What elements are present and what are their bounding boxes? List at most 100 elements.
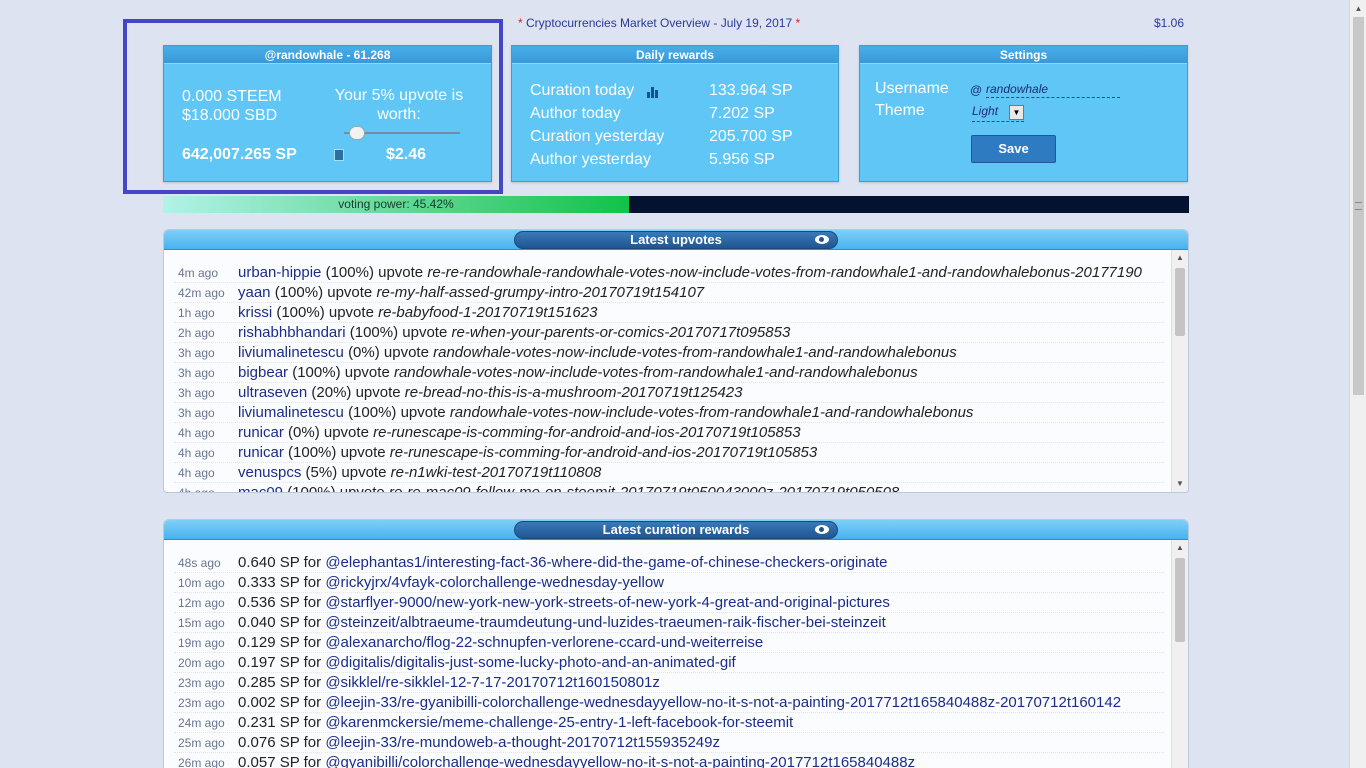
scroll-up-icon[interactable]: ▲	[1350, 0, 1366, 17]
list-item: 26m ago 0.057 SP for @gyanibilli/colorcha…	[174, 753, 1164, 768]
voter-link[interactable]: runicar	[238, 444, 284, 461]
list-item: 4h ago runicar (0%) upvote re-runescape-i…	[174, 423, 1164, 443]
curation-list: 48s ago 0.640 SP for @elephantas1/interes…	[164, 553, 1172, 768]
voting-power-text: voting power: 45.42%	[338, 197, 454, 211]
voter-link[interactable]: runicar	[238, 424, 284, 441]
post-link[interactable]: @karenmckersie/meme-challenge-25-entry-1…	[325, 714, 793, 731]
list-item: 23m ago 0.002 SP for @leejin-33/re-gyanib…	[174, 693, 1164, 713]
curation-list-scrollbar[interactable]: ▲	[1171, 540, 1188, 768]
scroll-thumb[interactable]	[1175, 558, 1185, 642]
post-link[interactable]: @elephantas1/interesting-fact-36-where-d…	[325, 554, 887, 571]
post-permlink[interactable]: randowhale-votes-now-include-votes-from-…	[450, 404, 974, 421]
reward-for: for	[303, 674, 322, 691]
post-permlink[interactable]: re-re-randowhale-randowhale-votes-now-in…	[427, 264, 1142, 281]
post-link[interactable]: @digitalis/digitalis-just-some-lucky-pho…	[325, 654, 735, 671]
reward-amount: 0.640 SP	[238, 554, 300, 571]
post-permlink[interactable]: re-my-half-assed-grumpy-intro-20170719t1…	[376, 284, 704, 301]
voter-link[interactable]: liviumalinetescu	[238, 344, 344, 361]
list-item: 4h ago venuspcs (5%) upvote re-n1wki-test…	[174, 463, 1164, 483]
reward-for: for	[303, 714, 322, 731]
voter-link[interactable]: yaan	[238, 284, 271, 301]
reward-for: for	[303, 594, 322, 611]
time-ago: 3h ago	[178, 366, 215, 380]
list-item: 3h ago ultraseven (20%) upvote re-bread-n…	[174, 383, 1164, 403]
upvote-list-scrollbar[interactable]: ▲ ▼	[1171, 250, 1188, 492]
scroll-thumb[interactable]	[1175, 268, 1185, 336]
vote-action: upvote	[339, 484, 385, 493]
voter-link[interactable]: liviumalinetescu	[238, 404, 344, 421]
vote-percent: (100%)	[292, 364, 341, 381]
time-ago: 4h ago	[178, 426, 215, 440]
post-link[interactable]: @leejin-33/re-gyanibilli-colorchallenge-…	[325, 694, 1121, 711]
post-permlink[interactable]: re-runescape-is-comming-for-android-and-…	[390, 444, 817, 461]
reward-amount: 0.057 SP	[238, 754, 300, 768]
author-yesterday-value: 5.956 SP	[709, 151, 775, 168]
time-ago: 20m ago	[178, 656, 225, 670]
reward-for: for	[303, 614, 322, 631]
reward-for: for	[303, 654, 322, 671]
list-item: 23m ago 0.285 SP for @sikklel/re-sikklel-…	[174, 673, 1164, 693]
settings-panel: Settings Username @ randowhale Theme Lig…	[859, 45, 1188, 182]
post-permlink[interactable]: re-when-your-parents-or-comics-20170717t…	[452, 324, 791, 341]
scroll-down-icon[interactable]: ▼	[1172, 476, 1188, 492]
time-ago: 10m ago	[178, 576, 225, 590]
voter-link[interactable]: venuspcs	[238, 464, 301, 481]
latest-curation-box: Latest curation rewards 48s ago 0.640 SP …	[163, 519, 1189, 768]
vote-action: upvote	[340, 444, 386, 461]
time-ago: 3h ago	[178, 346, 215, 360]
post-permlink[interactable]: re-runescape-is-comming-for-android-and-…	[373, 424, 800, 441]
reward-amount: 0.333 SP	[238, 574, 300, 591]
list-item: 24m ago 0.231 SP for @karenmckersie/meme-…	[174, 713, 1164, 733]
post-link[interactable]: @rickyjrx/4vfayk-colorchallenge-wednesda…	[325, 574, 664, 591]
theme-select-value: Light	[972, 104, 999, 118]
eye-icon[interactable]	[815, 235, 829, 244]
post-permlink[interactable]: re-bread-no-this-is-a-mushroom-20170719t…	[405, 384, 743, 401]
username-input[interactable]: randowhale	[986, 82, 1120, 98]
vote-percent: (100%)	[288, 444, 337, 461]
post-permlink[interactable]: re-re-mac09-follow-me-on-steemit-2017071…	[389, 484, 899, 492]
voter-link[interactable]: urban-hippie	[238, 264, 321, 281]
post-permlink[interactable]: randowhale-votes-now-include-votes-from-…	[394, 364, 918, 381]
time-ago: 26m ago	[178, 756, 225, 768]
scroll-up-icon[interactable]: ▲	[1172, 250, 1188, 266]
post-permlink[interactable]: re-n1wki-test-20170719t110808	[391, 464, 602, 481]
post-link[interactable]: @sikklel/re-sikklel-12-7-17-20170712t160…	[325, 674, 660, 691]
latest-upvotes-header: Latest upvotes	[164, 230, 1188, 250]
reward-for: for	[303, 574, 322, 591]
save-button[interactable]: Save	[971, 135, 1056, 163]
time-ago: 4m ago	[178, 266, 219, 280]
voter-link[interactable]: ultraseven	[238, 384, 307, 401]
vote-percent: (20%)	[311, 384, 352, 401]
time-ago: 23m ago	[178, 696, 225, 710]
list-item: 1h ago krissi (100%) upvote re-babyfood-1…	[174, 303, 1164, 323]
post-link[interactable]: @gyanibilli/colorchallenge-wednesdayyell…	[325, 754, 915, 768]
post-permlink[interactable]: re-babyfood-1-20170719t151623	[378, 304, 597, 321]
latest-curation-title-pill: Latest curation rewards	[514, 521, 838, 539]
eye-icon[interactable]	[815, 525, 829, 534]
scroll-up-icon[interactable]: ▲	[1172, 540, 1188, 556]
latest-upvotes-box: Latest upvotes 4m ago urban-hippie (100%)…	[163, 229, 1189, 493]
chevron-down-icon[interactable]: ▼	[1009, 105, 1024, 120]
post-permlink[interactable]: randowhale-votes-now-include-votes-from-…	[433, 344, 957, 361]
page-scrollbar[interactable]: ▲	[1349, 0, 1366, 768]
post-link[interactable]: @starflyer-9000/new-york-new-york-street…	[325, 594, 890, 611]
post-link[interactable]: @leejin-33/re-mundoweb-a-thought-2017071…	[325, 734, 720, 751]
theme-select[interactable]: Light ▼	[972, 104, 1024, 122]
time-ago: 48s ago	[178, 556, 221, 570]
voter-link[interactable]: mac09	[238, 484, 283, 492]
list-item: 15m ago 0.040 SP for @steinzeit/albtraeum…	[174, 613, 1164, 633]
voter-link[interactable]: bigbear	[238, 364, 288, 381]
reward-for: for	[303, 634, 322, 651]
author-today-value: 7.202 SP	[709, 105, 775, 122]
voting-power-bar: voting power: 45.42%	[163, 196, 1189, 213]
bar-chart-icon[interactable]	[647, 86, 659, 98]
voter-link[interactable]: rishabhbhandari	[238, 324, 346, 341]
list-item: 3h ago liviumalinetescu (0%) upvote rando…	[174, 343, 1164, 363]
list-item: 4h ago mac09 (100%) upvote re-re-mac09-fo…	[174, 483, 1164, 493]
voter-link[interactable]: krissi	[238, 304, 272, 321]
post-link[interactable]: @alexanarcho/flog-22-schnupfen-verlorene…	[325, 634, 763, 651]
post-link[interactable]: @steinzeit/albtraeume-traumdeutung-und-l…	[325, 614, 885, 631]
theme-label: Theme	[875, 102, 925, 119]
reward-amount: 0.040 SP	[238, 614, 300, 631]
reward-for: for	[303, 734, 322, 751]
